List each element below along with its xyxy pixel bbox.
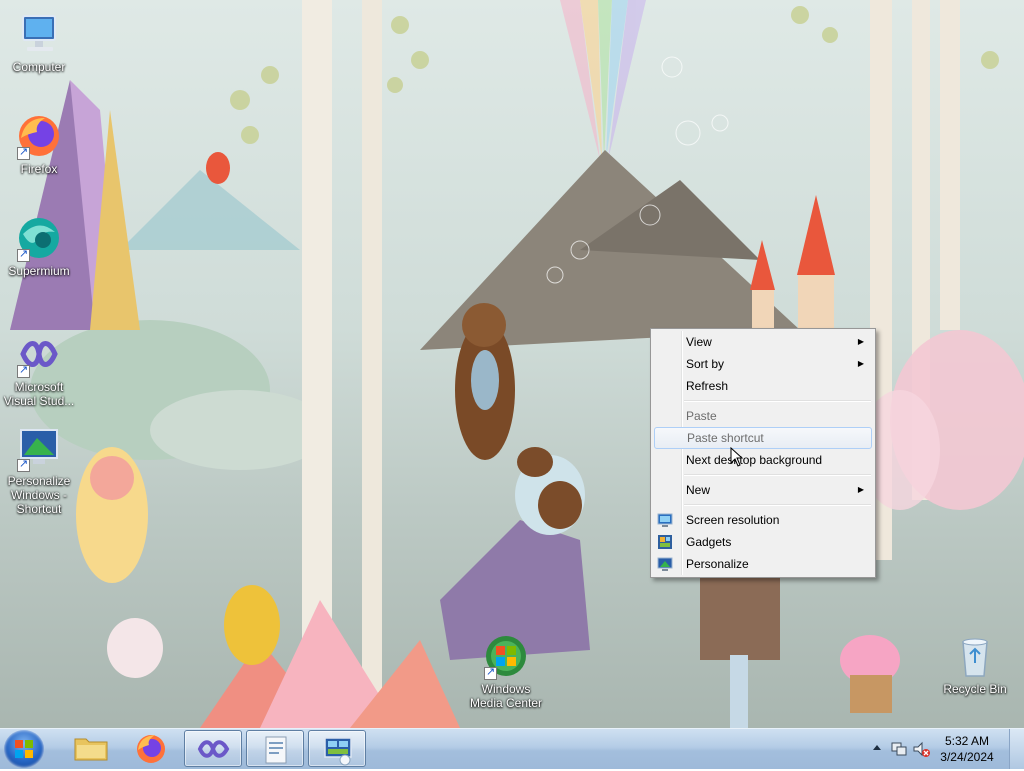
menu-item-label: Paste [686, 409, 717, 423]
desktop-icon-label: Supermium [8, 264, 70, 278]
taskbar-personalize-button[interactable] [308, 730, 366, 767]
menu-separator [684, 400, 871, 402]
desktop-icon-label: Microsoft Visual Stud... [3, 380, 75, 408]
media-center-icon [482, 632, 530, 680]
shortcut-arrow-icon [17, 247, 30, 262]
desktop-icon-label: Computer [12, 60, 66, 74]
menu-item-next-desktop-background[interactable]: Next desktop background [654, 449, 872, 471]
menu-item-paste-shortcut[interactable]: Paste shortcut [654, 427, 872, 449]
firefox-icon [137, 735, 165, 763]
taskbar-visual-studio-button[interactable] [184, 730, 242, 767]
personalize-icon [15, 424, 63, 472]
firefox-icon [15, 112, 63, 160]
menu-item-label: Paste shortcut [687, 431, 764, 445]
personalize-icon [324, 737, 352, 766]
desktop-icon-firefox[interactable]: Firefox [1, 112, 77, 176]
desktop-icon-label: Firefox [20, 162, 58, 176]
computer-icon [15, 10, 63, 58]
taskbar-document-button[interactable] [246, 730, 304, 767]
menu-item-sort-by[interactable]: Sort by ▶ [654, 353, 872, 375]
windows-logo-icon [15, 740, 33, 758]
visual-studio-icon [197, 740, 230, 758]
taskbar-explorer-button[interactable] [62, 730, 120, 767]
desktop-icon-windows-media-center[interactable]: Windows Media Center [468, 632, 544, 710]
show-hidden-icons-chevron-icon[interactable] [872, 743, 882, 753]
menu-item-paste[interactable]: Paste [654, 405, 872, 427]
menu-item-label: Screen resolution [686, 513, 780, 527]
folder-icon [74, 738, 108, 761]
menu-item-label: Sort by [686, 357, 725, 371]
desktop-context-menu: View ▶ Sort by ▶ Refresh Paste Paste sho… [650, 328, 876, 578]
desktop[interactable]: Computer Firefox Supermium Microsoft Vis… [0, 0, 1024, 728]
submenu-arrow-icon: ▶ [857, 337, 864, 346]
menu-item-label: View [686, 335, 712, 349]
menu-item-label: Personalize [686, 557, 749, 571]
menu-separator [684, 504, 871, 506]
desktop-icon-computer[interactable]: Computer [1, 10, 77, 74]
show-desktop-button[interactable] [1009, 729, 1024, 769]
gadgets-icon [657, 534, 673, 550]
clock-date: 3/24/2024 [940, 750, 994, 764]
menu-item-label: Gadgets [686, 535, 732, 549]
menu-item-label: Next desktop background [686, 453, 823, 467]
desktop-icon-label: Windows Media Center [469, 682, 543, 710]
network-icon[interactable] [890, 740, 908, 758]
volume-muted-icon[interactable] [912, 740, 930, 758]
desktop-icon-recycle-bin[interactable]: Recycle Bin [937, 632, 1013, 696]
menu-item-personalize[interactable]: Personalize [654, 553, 872, 575]
mouse-cursor-icon [730, 447, 744, 467]
menu-item-screen-resolution[interactable]: Screen resolution [654, 509, 872, 531]
menu-item-gadgets[interactable]: Gadgets [654, 531, 872, 553]
document-icon [265, 736, 287, 764]
visual-studio-icon [15, 330, 63, 378]
menu-item-view[interactable]: View ▶ [654, 331, 872, 353]
clock-time: 5:32 AM [944, 734, 990, 748]
desktop-icon-label: Personalize Windows - Shortcut [7, 474, 71, 516]
desktop-icon-supermium[interactable]: Supermium [1, 214, 77, 278]
menu-item-new[interactable]: New ▶ [654, 479, 872, 501]
recycle-bin-icon [951, 632, 999, 680]
desktop-icon-personalize[interactable]: Personalize Windows - Shortcut [1, 424, 77, 516]
shortcut-arrow-icon [17, 457, 30, 472]
submenu-arrow-icon: ▶ [857, 485, 864, 494]
menu-item-label: New [686, 483, 711, 497]
monitor-icon [657, 512, 673, 528]
submenu-arrow-icon: ▶ [857, 359, 864, 368]
clock[interactable]: 5:32 AM 3/24/2024 [932, 733, 1002, 765]
shortcut-arrow-icon [17, 145, 30, 160]
desktop-icon-visual-studio[interactable]: Microsoft Visual Stud... [1, 330, 77, 408]
menu-separator [684, 474, 871, 476]
shortcut-arrow-icon [17, 363, 30, 378]
desktop-icon-label: Recycle Bin [943, 682, 1007, 696]
taskbar-firefox-button[interactable] [122, 730, 180, 767]
menu-item-label: Refresh [686, 379, 729, 393]
taskbar: 5:32 AM 3/24/2024 [0, 728, 1024, 769]
menu-item-refresh[interactable]: Refresh [654, 375, 872, 397]
personalize-icon [657, 556, 673, 572]
supermium-icon [15, 214, 63, 262]
shortcut-arrow-icon [484, 665, 497, 680]
start-button[interactable] [4, 730, 44, 768]
